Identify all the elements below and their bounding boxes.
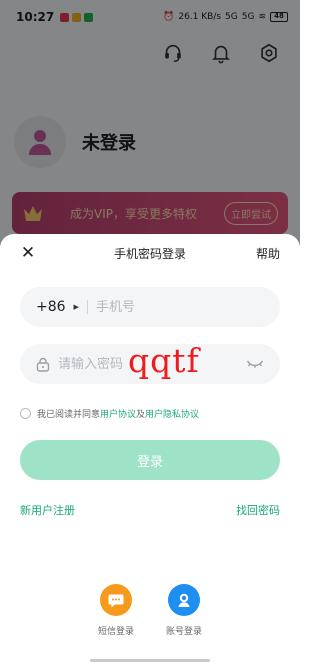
message-icon[interactable] (100, 584, 132, 616)
country-caret-icon[interactable]: ▶ (74, 303, 79, 311)
sheet-header: ✕ 手机密码登录 帮助 (0, 234, 300, 272)
privacy-agreement-link[interactable]: 用户隐私协议 (145, 407, 199, 420)
phone-input[interactable] (95, 299, 264, 315)
field-divider (86, 300, 88, 314)
account-icon[interactable] (168, 584, 200, 616)
login-sheet: ✕ 手机密码登录 帮助 +86 ▶ qqtf 我已阅读并同意 用户协议 (0, 234, 300, 667)
password-field[interactable]: qqtf (20, 341, 280, 384)
login-button[interactable]: 登录 (20, 440, 280, 480)
lock-icon (36, 357, 50, 372)
agreement-conjunction: 及 (136, 410, 146, 420)
agreement-row: 我已阅读并同意 用户协议 及 用户隐私协议 (20, 407, 199, 420)
sms-login-option[interactable]: 短信登录 (86, 584, 146, 637)
country-code[interactable]: +86 (36, 299, 66, 315)
phone-field[interactable]: +86 ▶ (20, 287, 280, 327)
agreement-radio[interactable] (20, 408, 31, 419)
home-indicator[interactable] (90, 659, 210, 662)
account-login-option[interactable]: 账号登录 (154, 584, 214, 637)
eye-closed-icon[interactable] (246, 359, 264, 369)
close-icon[interactable]: ✕ (18, 243, 38, 263)
register-link[interactable]: 新用户注册 (20, 502, 75, 518)
account-login-label: 账号登录 (165, 627, 202, 637)
password-input[interactable] (58, 356, 246, 372)
agreement-prefix: 我已阅读并同意 (37, 410, 101, 420)
user-agreement-link[interactable]: 用户协议 (100, 407, 136, 420)
sheet-title: 手机密码登录 (113, 246, 186, 261)
recover-password-link[interactable]: 找回密码 (236, 502, 280, 518)
sms-login-label: 短信登录 (97, 627, 134, 637)
help-button[interactable]: 帮助 (256, 245, 280, 262)
